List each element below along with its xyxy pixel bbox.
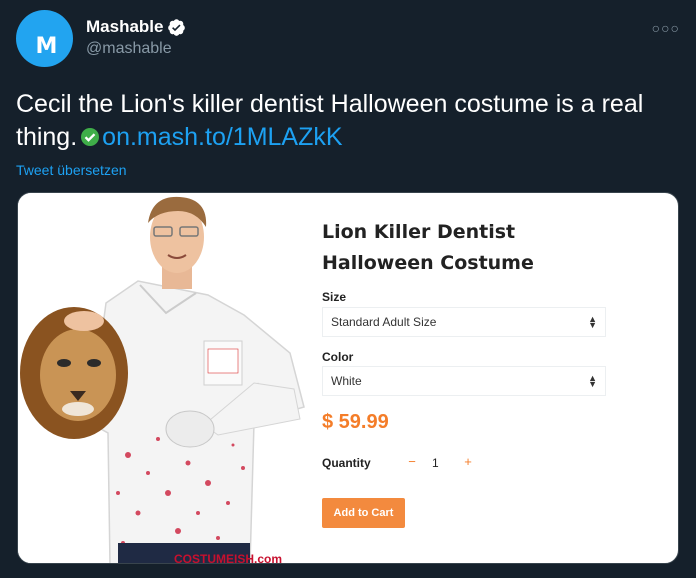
quantity-minus-button[interactable]: − [402,452,422,472]
size-value: Standard Adult Size [331,315,437,329]
product-panel: Lion Killer Dentist Halloween Costume Si… [322,193,622,563]
color-value: White [331,374,362,388]
display-name[interactable]: Mashable [86,17,163,37]
color-select[interactable]: White ▲ ▼ [322,366,606,396]
select-arrows-icon: ▲ ▼ [588,373,597,389]
translate-link[interactable]: Tweet übersetzen [16,162,127,178]
select-arrows-icon: ▲ ▼ [588,314,597,330]
size-select[interactable]: Standard Adult Size ▲ ▼ [322,307,606,337]
more-dots-icon[interactable]: ○○○ [652,20,680,36]
avatar-letter: M [35,34,58,59]
tweet-link[interactable]: on.mash.to/1MLAZkK [102,123,342,151]
quantity-value[interactable]: 1 [432,456,439,470]
watermark-text: COSTUMEISH.com [174,552,282,564]
verified-badge-icon [168,18,186,36]
price: $ 59.99 [322,411,389,433]
tweet-text: Cecil the Lion's killer dentist Hallowee… [16,88,676,154]
name-row: Mashable [86,17,186,37]
quantity-plus-button[interactable]: + [458,452,478,472]
add-to-cart-button[interactable]: Add to Cart [322,498,405,528]
color-label: Color [322,350,354,364]
product-title: Lion Killer Dentist Halloween Costume [322,221,534,274]
size-label: Size [322,290,347,304]
media-card[interactable]: COSTUMEISH.com Lion Killer Dentist Hallo… [17,192,679,564]
avatar[interactable]: M [16,10,73,67]
check-mark-icon [81,128,100,146]
costume-photo: COSTUMEISH.com [18,193,308,564]
quantity-label: Quantity [322,456,371,470]
tweet-header: M Mashable @mashable ○○○ [16,10,680,68]
handle[interactable]: @mashable [86,40,172,58]
